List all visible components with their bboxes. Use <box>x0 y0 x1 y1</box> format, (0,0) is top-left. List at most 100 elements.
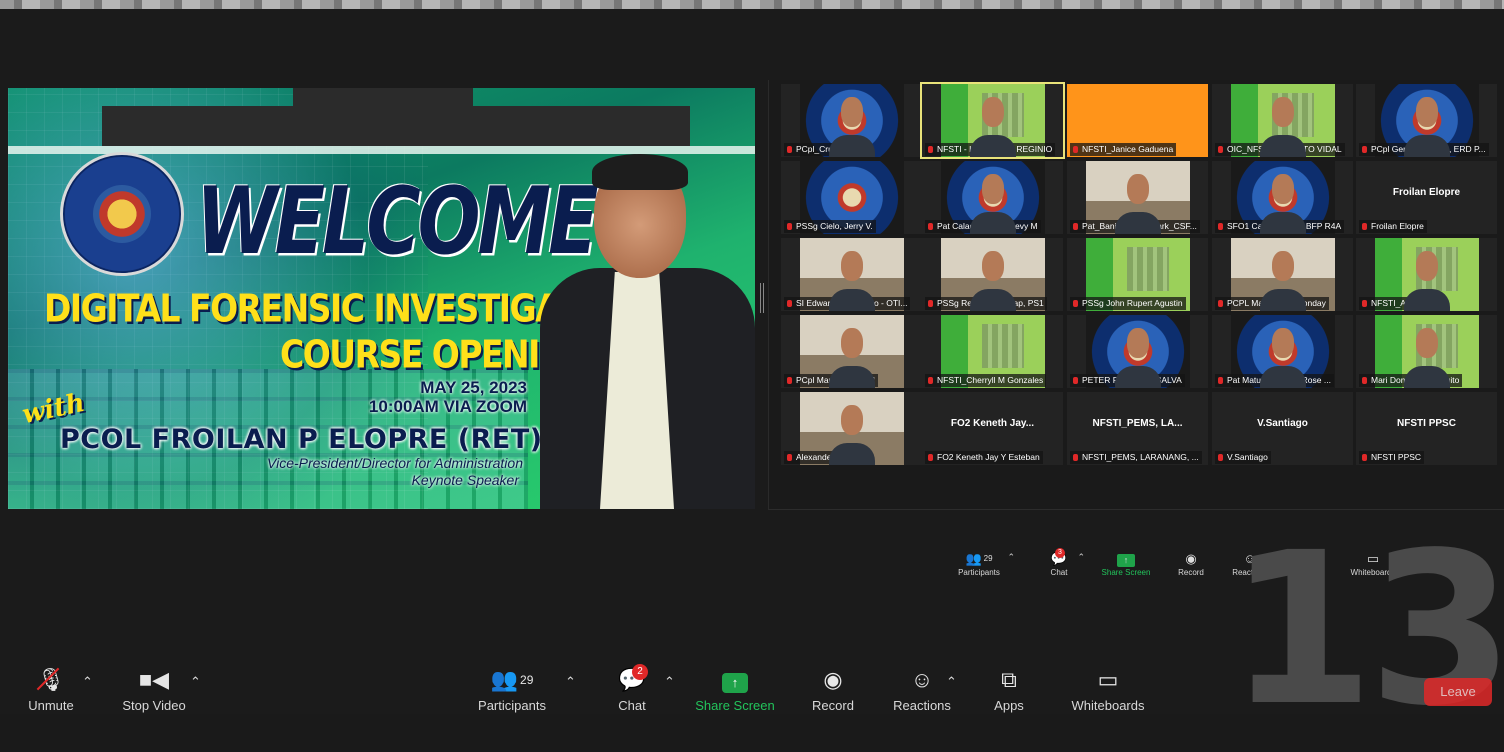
record-icon: ◉ <box>1185 551 1197 566</box>
participant-body <box>1259 135 1306 157</box>
participant-tile[interactable]: Pat Maturan, Marie Rose ... <box>1212 315 1353 388</box>
participant-tile[interactable]: NFSTI_Janice Gaduena <box>1067 84 1208 157</box>
stop-video-button[interactable]: ■◀ Stop Video <box>118 666 190 714</box>
participant-body <box>1114 366 1161 388</box>
participant-tile[interactable]: PSSg John Rupert Agustin <box>1067 238 1208 311</box>
participant-tile[interactable]: PCpl_Cruz, Leo R. <box>781 84 922 157</box>
participant-tile[interactable]: OIC_NFSTI ERNESTO VIDAL <box>1212 84 1353 157</box>
chat-badge: 3 <box>1055 548 1065 558</box>
participant-tile[interactable]: PETER PAUL L. JESALVA <box>1067 315 1208 388</box>
participant-tile[interactable]: Mari Dominique Satuito <box>1356 315 1497 388</box>
participants-chevron-icon[interactable]: ⌃ <box>565 674 576 722</box>
participants-icon: 👥 29 <box>490 667 534 692</box>
participant-tile[interactable]: PCPL Malic S Mangonday <box>1212 238 1353 311</box>
gallery-chat-button[interactable]: 💬 3 Chat ⌃ <box>1045 548 1085 590</box>
chevron-up-icon[interactable]: ⌃ <box>1007 552 1015 563</box>
participant-tile[interactable]: SI Edward John Rirao - OTI... <box>781 238 922 311</box>
participant-body <box>828 289 875 311</box>
participant-face <box>1415 97 1438 128</box>
gallery-chat-label: Chat <box>1050 568 1068 577</box>
participant-name-label: NFSTI_PEMS, LARANANG, ... <box>1070 451 1202 464</box>
share-screen-icon: ↑ <box>722 673 748 693</box>
participant-name-label: NFSTI PPSC <box>1359 451 1425 464</box>
whiteboards-button[interactable]: ▭ Whiteboards <box>1066 666 1150 714</box>
unmute-button[interactable]: 🎙 Unmute <box>22 666 80 714</box>
participant-face <box>840 405 863 436</box>
participant-tile[interactable]: Froilan Elopre Froilan Elopre <box>1356 161 1497 234</box>
participant-face <box>1271 174 1294 205</box>
participant-body <box>969 212 1016 234</box>
participant-tile[interactable]: PCpl Gerson Frando, ERD P... <box>1356 84 1497 157</box>
participant-face <box>1415 328 1438 359</box>
participant-body <box>828 135 875 157</box>
split-resize-handle[interactable] <box>760 283 764 313</box>
participant-tile[interactable]: FO2 Keneth Jay... FO2 Keneth Jay Y Esteba… <box>922 392 1063 465</box>
reactions-chevron-icon[interactable]: ⌃ <box>946 674 957 722</box>
record-button[interactable]: ◉ Record <box>808 666 858 714</box>
unmute-label: Unmute <box>28 698 74 713</box>
slide-speaker-name: PCOL FROILAN P ELOPRE (RET) <box>60 424 543 455</box>
participant-face <box>981 251 1004 282</box>
gallery-participants-button[interactable]: 👥 29 Participants ⌃ <box>955 550 1015 590</box>
top-strip <box>0 0 1504 9</box>
slide-keynote: Keynote Speaker <box>411 472 519 488</box>
video-camera-icon: ■◀ <box>138 667 170 692</box>
participant-display-name: V.Santiago <box>1257 418 1308 429</box>
participants-button[interactable]: 👥 29 Participants <box>474 666 550 714</box>
participant-face <box>840 328 863 359</box>
reactions-label: Reactions <box>893 698 951 713</box>
participant-body <box>1403 366 1450 388</box>
participant-tile[interactable]: PCpl Maramot, NA H <box>781 315 922 388</box>
share-screen-icon: ↑ <box>1117 554 1135 567</box>
chevron-up-icon[interactable]: ⌃ <box>1077 552 1085 563</box>
participant-tile[interactable]: NFSTI_Cherryll M Gonzales <box>922 315 1063 388</box>
chat-button[interactable]: 💬 2 Chat <box>612 664 652 714</box>
participant-tile[interactable]: NFSTI PPSC NFSTI PPSC <box>1356 392 1497 465</box>
shared-screen: WELCOME DIGITAL FORENSIC INVESTIGATION C… <box>8 88 755 509</box>
participant-tile[interactable]: PSSg Remcel Jugarap, PS1 <box>922 238 1063 311</box>
meeting-toolbar: 🎙 Unmute ⌃ ■◀ Stop Video ⌃ 👥 29 Participa… <box>0 658 1504 714</box>
apps-button[interactable]: ⧉ Apps <box>990 666 1028 714</box>
gallery-participants-label: Participants <box>958 568 1000 577</box>
participant-tile[interactable]: PSSg Cielo, Jerry V. <box>781 161 922 234</box>
leave-button[interactable]: Leave <box>1424 678 1492 706</box>
participant-tile[interactable]: NFSTI_ADMIN <box>1356 238 1497 311</box>
gallery-share-label: Share Screen <box>1101 568 1151 577</box>
participant-tile[interactable]: NFSTI - HERNAN G REGINIO <box>920 82 1065 159</box>
chat-label: Chat <box>618 698 646 713</box>
participant-body <box>969 289 1016 311</box>
slide-speaker-role: Vice-President/Director for Administrati… <box>267 455 523 471</box>
record-icon: ◉ <box>823 667 843 692</box>
chat-badge: 2 <box>632 664 648 680</box>
reactions-icon: ☺ <box>910 667 934 692</box>
participant-tile[interactable]: Pat_Banicod, Reymark_CSF... <box>1067 161 1208 234</box>
video-options-chevron-icon[interactable]: ⌃ <box>190 674 201 722</box>
participants-label: Participants <box>478 698 546 713</box>
chat-chevron-icon[interactable]: ⌃ <box>664 674 675 722</box>
participant-tile[interactable]: SFO1 Castro, MGN, BFP R4A <box>1212 161 1353 234</box>
microphone-muted-icon: 🎙 <box>37 667 65 692</box>
share-screen-button[interactable]: ↑ Share Screen <box>694 666 776 714</box>
participant-name-label: Froilan Elopre <box>1359 220 1427 233</box>
participant-tile[interactable]: V.Santiago V.Santiago <box>1212 392 1353 465</box>
participant-face <box>1126 174 1149 205</box>
participant-display-name: NFSTI_PEMS, LA... <box>1092 418 1183 429</box>
participant-tile[interactable]: Alexander Suela <box>781 392 922 465</box>
participant-body <box>828 443 875 465</box>
gallery-share-screen-button[interactable]: ↑ Share Screen <box>1099 550 1153 590</box>
institute-seal-icon <box>60 152 184 276</box>
chat-icon: 💬 2 <box>612 664 652 694</box>
gallery-record-button[interactable]: ◉ Record <box>1173 550 1209 590</box>
participant-face <box>1271 328 1294 359</box>
apps-icon: ⧉ <box>1001 667 1017 692</box>
reactions-button[interactable]: ☺ Reactions <box>890 666 954 714</box>
participant-body <box>1403 289 1450 311</box>
participant-tile[interactable]: Pat Calagos, Dave Levy M <box>922 161 1063 234</box>
participant-body <box>1259 366 1306 388</box>
participant-name-label: NFSTI_Cherryll M Gonzales <box>925 374 1047 387</box>
gallery-record-label: Record <box>1178 568 1204 577</box>
participant-body <box>1259 212 1306 234</box>
participant-face <box>981 174 1004 205</box>
participant-tile[interactable]: NFSTI_PEMS, LA... NFSTI_PEMS, LARANANG, .… <box>1067 392 1208 465</box>
audio-options-chevron-icon[interactable]: ⌃ <box>82 674 93 722</box>
